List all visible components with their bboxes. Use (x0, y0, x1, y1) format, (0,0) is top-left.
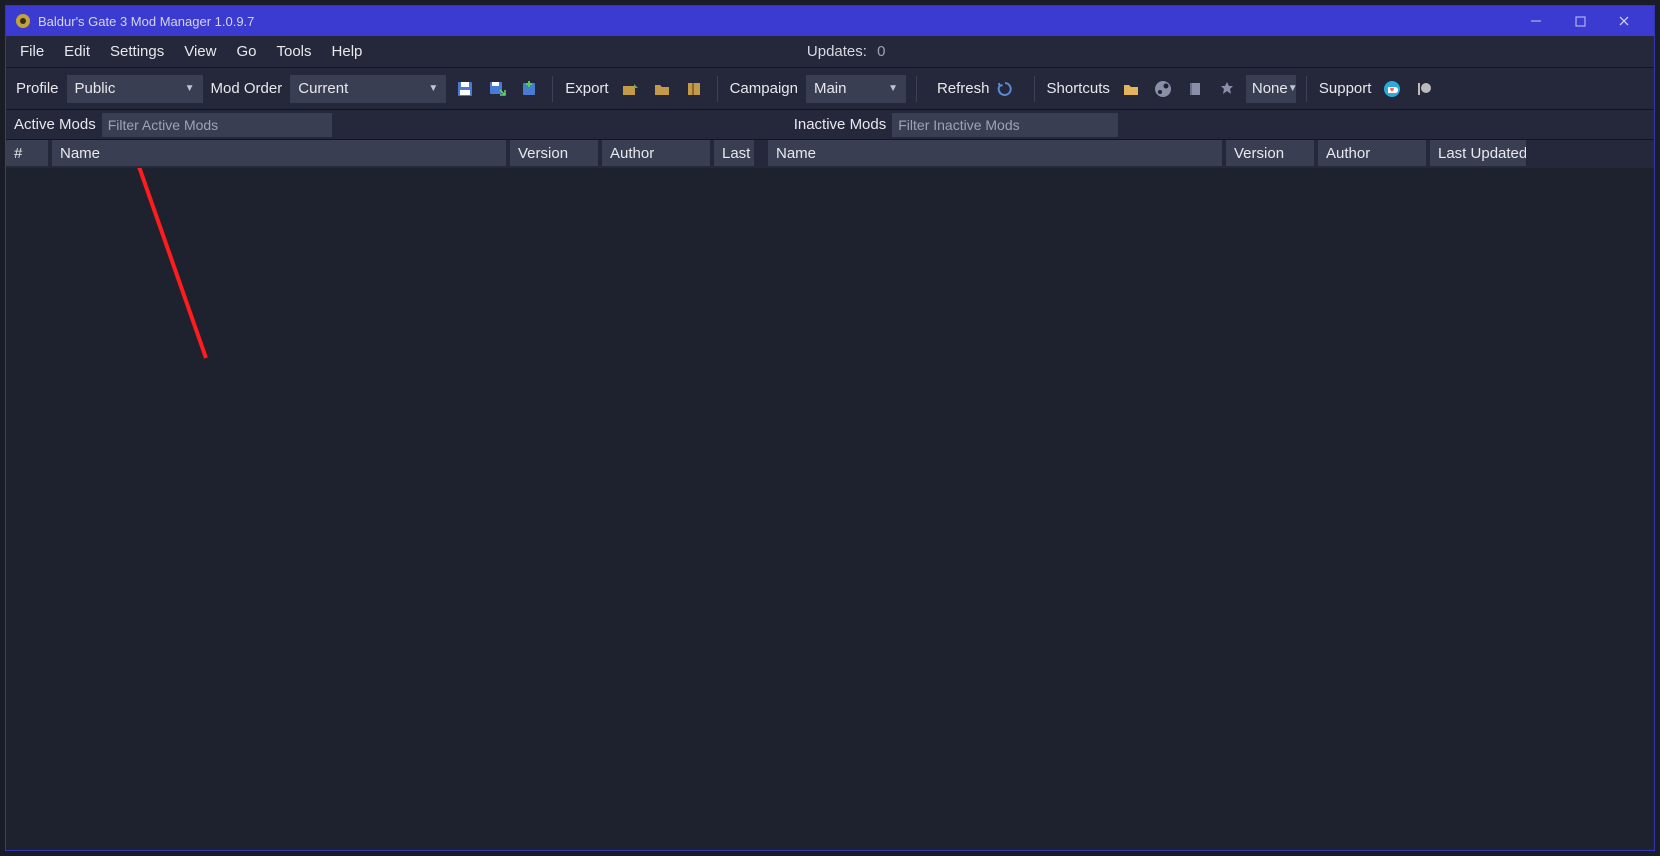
shortcuts-none-dropdown[interactable]: None ▼ (1246, 75, 1296, 103)
filter-active-input[interactable] (102, 113, 332, 137)
modorder-label: Mod Order (209, 80, 285, 97)
support-label: Support (1317, 80, 1374, 97)
menu-tools[interactable]: Tools (267, 38, 322, 65)
col-author-inactive[interactable]: Author (1318, 140, 1430, 166)
campaign-dropdown[interactable]: Main ▼ (806, 75, 906, 103)
col-name-active[interactable]: Name (52, 140, 510, 166)
updates-indicator[interactable]: Updates: 0 (807, 43, 886, 60)
menu-file[interactable]: File (10, 38, 54, 65)
maximize-button[interactable] (1558, 7, 1602, 35)
active-mods-label: Active Mods (14, 116, 96, 133)
annotation-arrow (6, 168, 766, 568)
config-icon[interactable] (1214, 76, 1240, 102)
updates-count: 0 (877, 43, 885, 60)
col-version-inactive[interactable]: Version (1226, 140, 1318, 166)
inactive-mods-label: Inactive Mods (794, 116, 887, 133)
mod-list-content (6, 168, 1654, 850)
menu-go[interactable]: Go (226, 38, 266, 65)
export-folder-icon[interactable] (649, 76, 675, 102)
refresh-button[interactable]: Refresh (927, 75, 1024, 103)
toolbar: Profile Public ▼ Mod Order Current ▼ Exp… (6, 68, 1654, 110)
col-lastupdated-inactive[interactable]: Last Updated (1430, 140, 1530, 166)
profile-dropdown[interactable]: Public ▼ (67, 75, 203, 103)
save-icon[interactable] (452, 76, 478, 102)
toolbar-separator (1306, 76, 1307, 102)
campaign-label: Campaign (728, 80, 800, 97)
minimize-button[interactable] (1514, 7, 1558, 35)
filter-row: Active Mods Inactive Mods (6, 110, 1654, 140)
patreon-icon[interactable] (1411, 76, 1437, 102)
chevron-down-icon: ▼ (1288, 83, 1298, 94)
none-label: None (1252, 80, 1288, 97)
export-label: Export (563, 80, 610, 97)
menu-settings[interactable]: Settings (100, 38, 174, 65)
kofi-icon[interactable] (1379, 76, 1405, 102)
toolbar-separator (916, 76, 917, 102)
save-as-icon[interactable] (484, 76, 510, 102)
modorder-value: Current (298, 80, 348, 97)
col-version-active[interactable]: Version (510, 140, 602, 166)
menu-edit[interactable]: Edit (54, 38, 100, 65)
close-button[interactable] (1602, 7, 1646, 35)
titlebar: Baldur's Gate 3 Mod Manager 1.0.9.7 (6, 6, 1654, 36)
menu-view[interactable]: View (174, 38, 226, 65)
modorder-dropdown[interactable]: Current ▼ (290, 75, 446, 103)
col-author-active[interactable]: Author (602, 140, 714, 166)
window-title: Baldur's Gate 3 Mod Manager 1.0.9.7 (38, 14, 254, 29)
book-icon[interactable] (1182, 76, 1208, 102)
filter-inactive-input[interactable] (892, 113, 1118, 137)
table-headers: # Name Version Author Last U Name Versio… (6, 140, 1654, 168)
toolbar-separator (717, 76, 718, 102)
open-folder-icon[interactable] (1118, 76, 1144, 102)
export-zip-icon[interactable] (681, 76, 707, 102)
profile-value: Public (75, 80, 116, 97)
col-name-inactive[interactable]: Name (768, 140, 1226, 166)
steam-icon[interactable] (1150, 76, 1176, 102)
chevron-down-icon: ▼ (888, 83, 898, 94)
app-icon (14, 12, 32, 30)
campaign-value: Main (814, 80, 847, 97)
add-save-icon[interactable] (516, 76, 542, 102)
shortcuts-label: Shortcuts (1045, 80, 1112, 97)
menubar: File Edit Settings View Go Tools Help Up… (6, 36, 1654, 68)
refresh-label: Refresh (937, 80, 990, 97)
toolbar-separator (1034, 76, 1035, 102)
menu-help[interactable]: Help (322, 38, 373, 65)
profile-label: Profile (14, 80, 61, 97)
toolbar-separator (552, 76, 553, 102)
col-lastupdated-active[interactable]: Last U (714, 140, 758, 166)
export-package-icon[interactable] (617, 76, 643, 102)
chevron-down-icon: ▼ (185, 83, 195, 94)
chevron-down-icon: ▼ (428, 83, 438, 94)
updates-label: Updates: (807, 43, 867, 60)
col-number[interactable]: # (6, 140, 52, 166)
refresh-icon (996, 80, 1014, 98)
